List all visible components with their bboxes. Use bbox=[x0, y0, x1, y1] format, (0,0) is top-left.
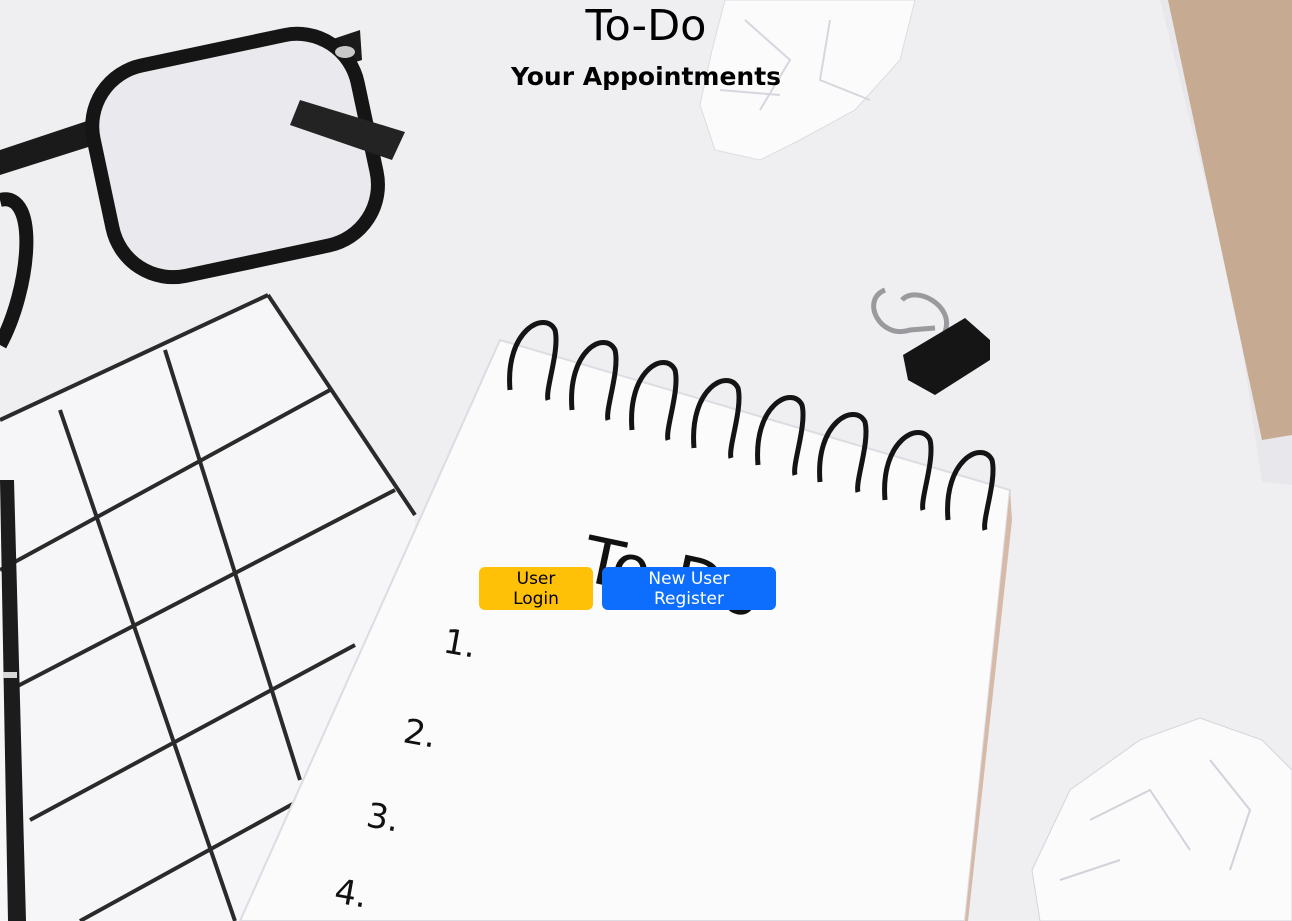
auth-actions: User Login New User Register bbox=[479, 567, 776, 610]
background-photo: To-Do 1. 2. 3. 4. bbox=[0, 0, 1292, 921]
handwriting-item-1: 1. bbox=[440, 621, 479, 666]
page-subtitle: Your Appointments bbox=[510, 62, 782, 91]
user-login-button[interactable]: User Login bbox=[479, 567, 593, 610]
handwriting-item-3: 3. bbox=[363, 795, 402, 840]
page-header: To-Do Your Appointments bbox=[0, 0, 1292, 92]
handwriting-item-4: 4. bbox=[331, 871, 370, 916]
new-user-register-button[interactable]: New User Register bbox=[602, 567, 776, 610]
handwriting-item-2: 2. bbox=[400, 711, 439, 756]
page-title: To-Do bbox=[585, 1, 707, 51]
